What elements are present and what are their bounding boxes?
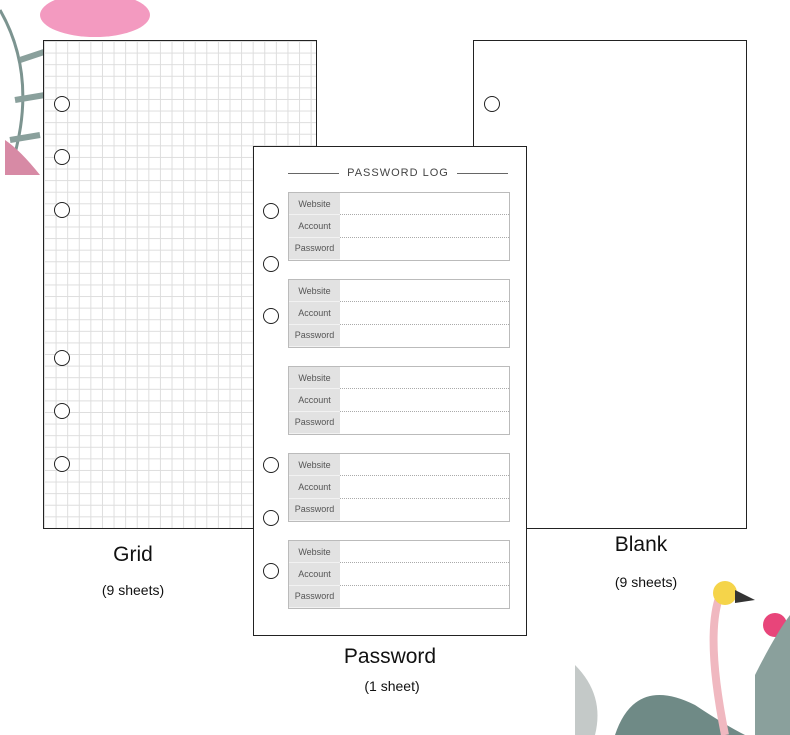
ring-hole <box>263 510 279 526</box>
password-entry-block: Website Account Password <box>288 366 510 435</box>
entry-row: Account <box>289 389 509 412</box>
entry-row: Website <box>289 367 509 390</box>
ring-hole <box>263 563 279 579</box>
field-line <box>340 238 509 260</box>
ring-hole <box>54 202 70 218</box>
field-label: Account <box>289 476 340 499</box>
grid-count: (9 sheets) <box>101 582 165 598</box>
entry-row: Account <box>289 302 509 325</box>
password-entry-block: Website Account Password <box>288 540 510 609</box>
password-sheet: PASSWORD LOG Website Account Password Websi… <box>253 146 527 636</box>
password-label: Password <box>343 645 437 668</box>
ring-hole <box>484 96 500 112</box>
password-entry-block: Website Account Password <box>288 453 510 522</box>
field-line <box>340 302 509 325</box>
field-label: Website <box>289 541 340 564</box>
field-line <box>340 325 509 347</box>
entry-row: Password <box>289 411 509 434</box>
field-label: Password <box>289 411 340 434</box>
ring-hole <box>54 403 70 419</box>
field-label: Account <box>289 215 340 238</box>
field-line <box>340 586 509 608</box>
ring-hole <box>263 256 279 272</box>
entry-row: Password <box>289 498 509 521</box>
blank-label: Blank <box>614 533 668 556</box>
password-log-title: PASSWORD LOG <box>288 167 508 179</box>
ring-hole <box>263 457 279 473</box>
field-label: Website <box>289 280 340 303</box>
ring-hole <box>54 149 70 165</box>
field-line <box>340 193 509 216</box>
field-line <box>340 389 509 412</box>
ring-hole <box>54 96 70 112</box>
field-line <box>340 499 509 521</box>
password-count: (1 sheet) <box>364 678 420 694</box>
ring-hole <box>54 350 70 366</box>
flamingo-decoration-bottom-right <box>575 581 790 735</box>
ring-hole <box>54 456 70 472</box>
field-line <box>340 412 509 434</box>
field-label: Account <box>289 563 340 586</box>
entry-row: Account <box>289 563 509 586</box>
grid-label: Grid <box>113 543 153 566</box>
field-label: Account <box>289 302 340 325</box>
title-text: PASSWORD LOG <box>347 167 449 179</box>
blank-count: (9 sheets) <box>614 574 678 590</box>
entry-row: Website <box>289 454 509 477</box>
entry-row: Password <box>289 237 509 260</box>
field-line <box>340 541 509 564</box>
ring-hole <box>263 203 279 219</box>
field-line <box>340 476 509 499</box>
entry-row: Website <box>289 280 509 303</box>
entry-row: Password <box>289 324 509 347</box>
field-label: Account <box>289 389 340 412</box>
field-label: Website <box>289 193 340 216</box>
field-label: Password <box>289 498 340 521</box>
entry-row: Password <box>289 585 509 608</box>
field-line <box>340 367 509 390</box>
field-label: Password <box>289 237 340 260</box>
password-entry-block: Website Account Password <box>288 192 510 261</box>
field-line <box>340 454 509 477</box>
field-line <box>340 563 509 586</box>
entry-row: Website <box>289 541 509 564</box>
field-label: Password <box>289 585 340 608</box>
ring-hole <box>263 308 279 324</box>
entry-row: Website <box>289 193 509 216</box>
entry-row: Account <box>289 215 509 238</box>
field-label: Website <box>289 367 340 390</box>
field-label: Password <box>289 324 340 347</box>
entry-row: Account <box>289 476 509 499</box>
field-line <box>340 280 509 303</box>
field-label: Website <box>289 454 340 477</box>
password-entry-block: Website Account Password <box>288 279 510 348</box>
field-line <box>340 215 509 238</box>
